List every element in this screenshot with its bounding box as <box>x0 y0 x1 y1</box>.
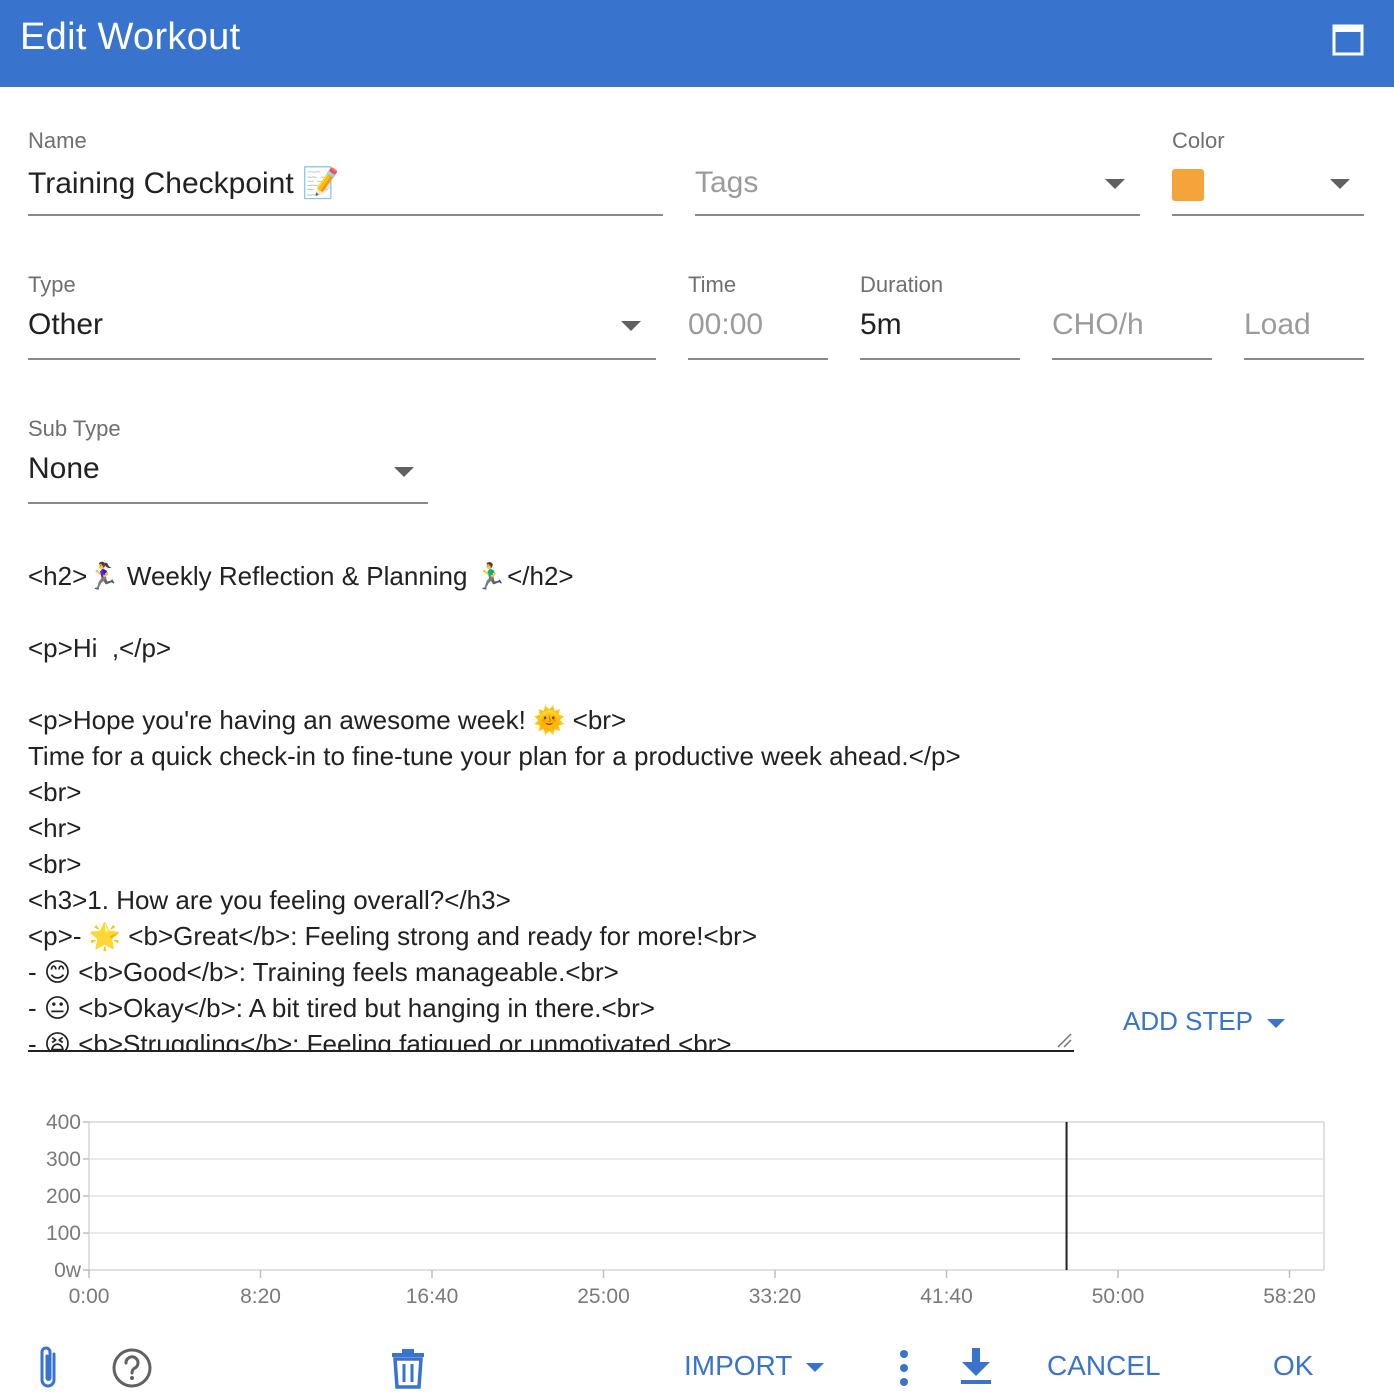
notes-line: <br> <box>28 849 82 879</box>
trash-icon[interactable] <box>388 1346 428 1390</box>
time-label: Time <box>688 272 737 297</box>
paperclip-icon[interactable] <box>30 1344 68 1392</box>
type-select[interactable]: Type Other <box>28 272 656 362</box>
load-input[interactable]: Load <box>1244 308 1311 342</box>
add-step-button[interactable]: ADD STEP <box>1123 1006 1286 1037</box>
sub-type-underline <box>28 502 428 504</box>
cho-underline <box>1052 358 1212 360</box>
tags-underline <box>695 214 1140 216</box>
time-field[interactable]: Time 00:00 <box>688 272 828 362</box>
maximize-icon[interactable] <box>1332 24 1364 56</box>
sub-type-label: Sub Type <box>28 416 121 441</box>
color-swatch[interactable] <box>1172 169 1204 201</box>
load-field[interactable]: Load <box>1244 272 1364 362</box>
chevron-down-icon[interactable] <box>1330 179 1350 189</box>
chevron-down-icon[interactable] <box>394 467 414 477</box>
ok-button[interactable]: OK <box>1273 1350 1313 1382</box>
notes-line: <p>Hope you're having an awesome week! 🌞… <box>28 705 627 735</box>
load-underline <box>1244 358 1364 360</box>
chart-x-tick-label: 16:40 <box>406 1285 459 1308</box>
name-input[interactable]: Training Checkpoint 📝 <box>28 166 339 201</box>
workout-chart: 400 300 200 100 0w 0:00 8:20 16:40 25:00 33:20 41:… <box>46 1111 1325 1308</box>
import-label: IMPORT <box>684 1350 793 1381</box>
chart-y-tick-label: 0w <box>54 1259 82 1282</box>
notes-textarea[interactable]: <h2>🏃‍♀️ Weekly Reflection & Planning 🏃‍… <box>28 558 1074 1052</box>
notes-line: <h3>1. How are you feeling overall?</h3> <box>28 885 511 915</box>
notes-content[interactable]: <h2>🏃‍♀️ Weekly Reflection & Planning 🏃‍… <box>28 558 1074 1052</box>
type-underline <box>28 358 656 360</box>
dialog-title: Edit Workout <box>20 16 241 58</box>
tags-select[interactable]: Tags <box>695 128 1140 218</box>
duration-field[interactable]: Duration 5m <box>860 272 1020 362</box>
duration-underline <box>860 358 1020 360</box>
chart-x-tick-label: 50:00 <box>1092 1285 1145 1308</box>
sub-type-select[interactable]: Sub Type None <box>28 416 428 506</box>
chart-x-tick-label: 58:20 <box>1263 1285 1316 1308</box>
chart-x-tick-label: 41:40 <box>920 1285 973 1308</box>
notes-line: <br> <box>28 777 82 807</box>
chevron-down-icon <box>806 1363 825 1373</box>
chart-y-tick-label: 400 <box>46 1111 81 1134</box>
chevron-down-icon[interactable] <box>1105 179 1125 189</box>
notes-line: - 😐 <b>Okay</b>: A bit tired but hanging… <box>28 993 655 1023</box>
notes-line: - 😫 <b>Struggling</b>: Feeling fatigued … <box>28 1029 732 1052</box>
color-select[interactable]: Color <box>1172 128 1364 218</box>
sub-type-value: None <box>28 452 100 485</box>
notes-line: <hr> <box>28 813 82 843</box>
time-input[interactable]: 00:00 <box>688 308 763 342</box>
name-label: Name <box>28 128 87 153</box>
chart-y-tick-label: 200 <box>46 1185 81 1208</box>
notes-line: <p>Hi ,</p> <box>28 633 172 663</box>
resize-handle-icon[interactable] <box>1056 1032 1072 1048</box>
import-button[interactable]: IMPORT <box>684 1350 825 1382</box>
chevron-down-icon[interactable] <box>621 321 641 331</box>
chart-x-tick-label: 0:00 <box>69 1285 110 1308</box>
notes-line: - 😊 <b>Good</b>: Training feels manageab… <box>28 957 619 987</box>
chart-x-tick-label: 33:20 <box>749 1285 802 1308</box>
chart-x-tick-label: 8:20 <box>240 1285 281 1308</box>
dialog-titlebar: Edit Workout <box>0 0 1394 87</box>
chart-x-tick-label: 25:00 <box>577 1285 630 1308</box>
notes-line: <p>- 🌟 <b>Great</b>: Feeling strong and … <box>28 921 758 951</box>
notes-line <box>28 666 1074 702</box>
tags-placeholder: Tags <box>695 166 759 199</box>
type-value: Other <box>28 308 104 341</box>
duration-input[interactable]: 5m <box>860 308 902 342</box>
help-circle-icon[interactable] <box>110 1346 154 1390</box>
name-field[interactable]: Name Training Checkpoint 📝 <box>28 128 663 218</box>
type-label: Type <box>28 272 76 297</box>
notes-line: Time for a quick check-in to fine-tune y… <box>28 741 961 771</box>
name-underline <box>28 214 663 216</box>
cho-input[interactable]: CHO/h <box>1052 308 1144 342</box>
add-step-label: ADD STEP <box>1123 1006 1254 1036</box>
time-underline <box>688 358 828 360</box>
chart-y-tick-label: 100 <box>46 1222 81 1245</box>
chart-y-tick-label: 300 <box>46 1148 81 1171</box>
chevron-down-icon <box>1267 1018 1286 1028</box>
cancel-button[interactable]: CANCEL <box>1047 1350 1161 1382</box>
duration-label: Duration <box>860 272 944 297</box>
download-icon[interactable] <box>958 1346 994 1386</box>
cho-field[interactable]: CHO/h <box>1052 272 1212 362</box>
more-vert-icon[interactable] <box>892 1348 916 1388</box>
notes-line: <h2>🏃‍♀️ Weekly Reflection & Planning 🏃‍… <box>28 561 574 591</box>
notes-line <box>28 594 1074 630</box>
color-label: Color <box>1172 128 1225 153</box>
color-underline <box>1172 214 1364 216</box>
